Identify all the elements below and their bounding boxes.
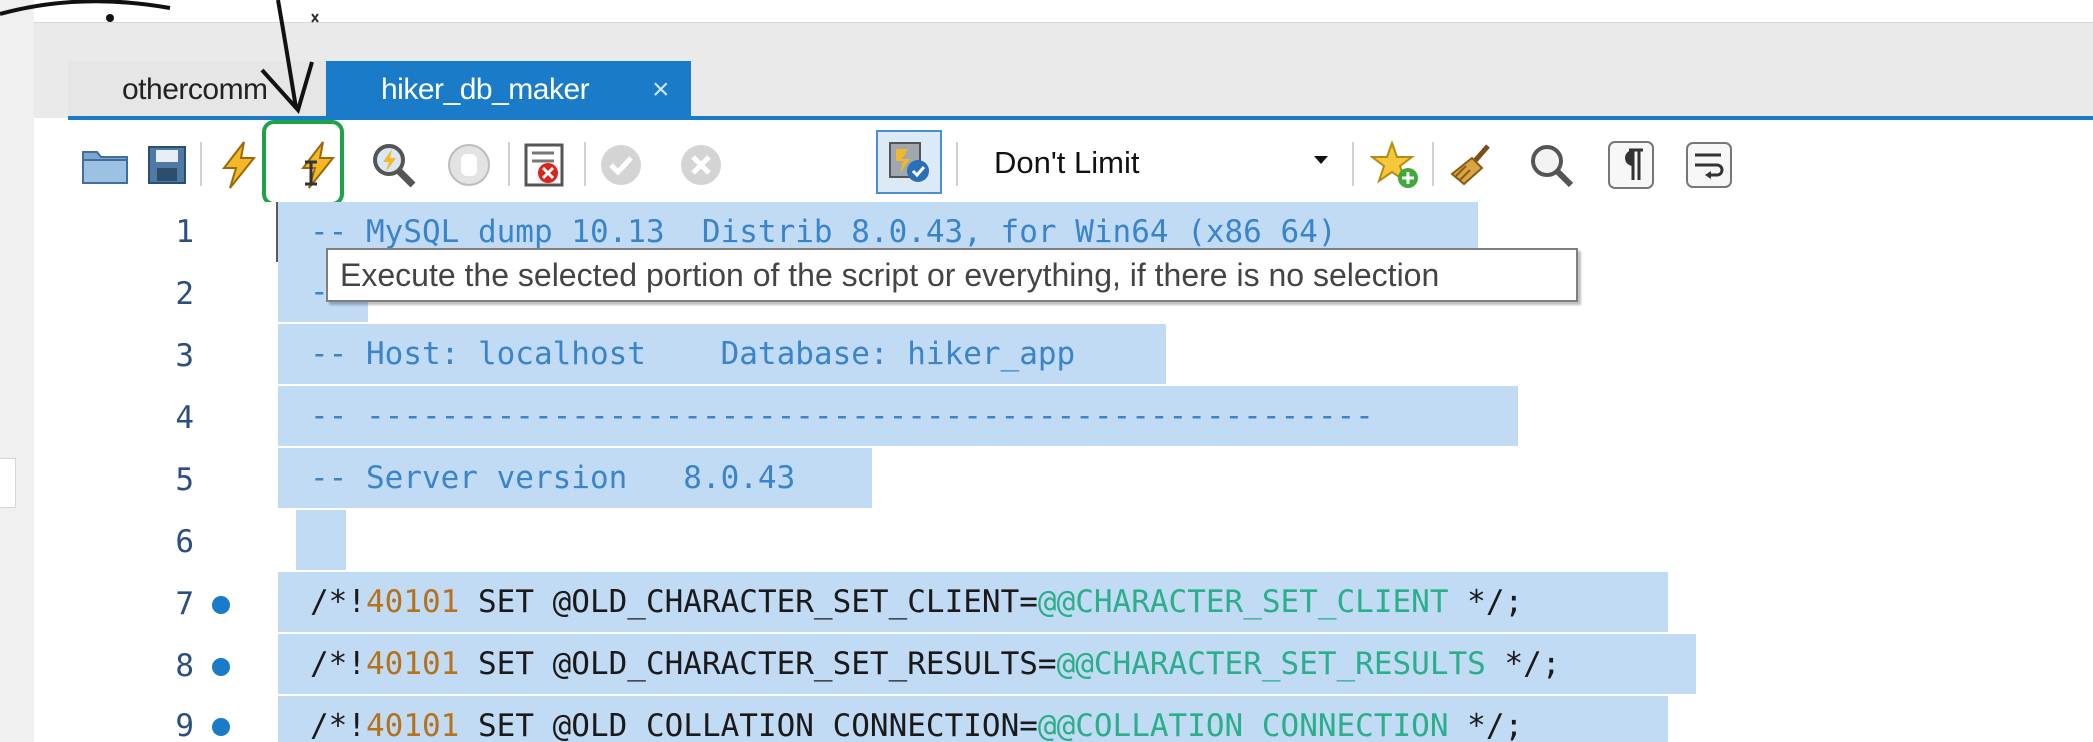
code-token: SET @OLD_CHARACTER_SET_RESULTS=	[459, 646, 1057, 682]
explain-button[interactable]	[366, 138, 420, 192]
tab-hiker-db-maker[interactable]: hiker_db_maker ×	[326, 61, 691, 119]
sql-editor-toolbar: Don't Limit	[68, 120, 2093, 202]
code-token: 40101	[366, 646, 460, 682]
statement-marker-icon	[212, 596, 230, 614]
hand-stop-icon	[448, 144, 490, 186]
toolbar-separator	[1432, 142, 1434, 186]
tab-othercomm[interactable]: othercomm	[68, 61, 358, 119]
tooltip-text: Execute the selected portion of the scri…	[340, 257, 1440, 293]
code-token: 40101	[366, 584, 460, 620]
open-file-button[interactable]	[78, 138, 132, 192]
code-line[interactable]: /*!40101 SET @OLD_COLLATION_CONNECTION=@…	[278, 696, 1668, 742]
line-number: 1	[175, 214, 194, 250]
wrap-icon	[1686, 142, 1732, 188]
stop-button[interactable]	[442, 138, 496, 192]
toggle-error-stop-button[interactable]	[518, 138, 572, 192]
pilcrow-icon	[1608, 141, 1654, 189]
cancel-icon	[681, 145, 721, 185]
code-line[interactable]: -- -------------------------------------…	[278, 386, 1518, 446]
invisible-chars-button[interactable]	[1604, 138, 1658, 192]
code-token: @@CHARACTER_SET_CLIENT	[1037, 584, 1449, 620]
tab-label: hiker_db_maker	[381, 73, 590, 106]
find-button[interactable]	[1524, 138, 1578, 192]
word-wrap-button[interactable]	[1682, 138, 1736, 192]
toolbar-separator	[1352, 142, 1354, 186]
code-token: /*!	[310, 708, 366, 742]
tab-label: othercomm	[122, 73, 268, 106]
code-text: -- Host: localhost Database: hiker_app	[310, 336, 1076, 372]
code-text: -- MySQL dump 10.13 Distrib 8.0.43, for …	[310, 214, 1337, 250]
code-line[interactable]: -- Server version 8.0.43	[278, 448, 872, 508]
execute-button[interactable]	[211, 138, 265, 192]
statement-marker-icon	[212, 718, 230, 736]
limit-rows-select[interactable]: Don't Limit	[976, 136, 1340, 190]
autocommit-toggle-button[interactable]	[876, 130, 942, 194]
line-number: 5	[175, 462, 194, 498]
code-token: SET @OLD_COLLATION_CONNECTION=	[459, 708, 1038, 742]
code-token: @@CHARACTER_SET_RESULTS	[1056, 646, 1486, 682]
star-plus-icon	[1370, 140, 1418, 188]
close-tab-icon[interactable]: ×	[652, 61, 670, 119]
commit-button[interactable]	[594, 138, 648, 192]
save-file-button[interactable]	[140, 138, 194, 192]
line-number: 3	[175, 338, 194, 374]
code-text: -- Server version 8.0.43	[310, 460, 796, 496]
folder-icon	[82, 151, 128, 184]
panel-splitter-handle[interactable]	[0, 458, 16, 508]
limit-rows-value: Don't Limit	[994, 145, 1140, 180]
left-panel-edge	[0, 0, 34, 742]
code-token: */;	[1448, 584, 1524, 620]
lightning-icon	[221, 141, 257, 189]
error-stop-icon	[524, 143, 564, 187]
statement-marker-icon	[212, 658, 230, 676]
chevron-down-icon	[1314, 156, 1328, 164]
code-token: 40101	[366, 708, 460, 742]
toolbar-separator	[200, 142, 202, 186]
code-token: */;	[1448, 708, 1524, 742]
save-icon	[148, 146, 186, 184]
code-line[interactable]: /*!40101 SET @OLD_CHARACTER_SET_CLIENT=@…	[278, 572, 1668, 632]
magnifier-icon	[1531, 145, 1574, 188]
line-number: 8	[175, 648, 194, 684]
autocommit-icon	[889, 142, 929, 182]
code-token: /*!	[310, 646, 366, 682]
toolbar-separator	[584, 142, 586, 186]
rollback-button[interactable]	[674, 138, 728, 192]
toolbar-separator	[956, 142, 958, 186]
execute-tooltip: Execute the selected portion of the scri…	[326, 248, 1578, 302]
beautify-button[interactable]	[1446, 138, 1500, 192]
line-number: 7	[175, 586, 194, 622]
code-token: */;	[1485, 646, 1561, 682]
line-number: 6	[175, 524, 194, 560]
broom-icon	[1450, 144, 1490, 186]
line-number: 9	[175, 708, 194, 742]
code-token: /*!	[310, 584, 366, 620]
code-text: -- -------------------------------------…	[310, 398, 1374, 434]
code-token: SET @OLD_CHARACTER_SET_CLIENT=	[459, 584, 1038, 620]
toolbar-separator	[508, 142, 510, 186]
code-token: @@COLLATION_CONNECTION	[1037, 708, 1449, 742]
code-line[interactable]	[296, 510, 346, 570]
check-icon	[601, 145, 641, 185]
code-line[interactable]: /*!40101 SET @OLD_CHARACTER_SET_RESULTS=…	[278, 634, 1696, 694]
editor-tab-bar: othercomm hiker_db_maker ×	[34, 22, 2093, 119]
line-number: 4	[175, 400, 194, 436]
line-number: 2	[175, 276, 194, 312]
magnifier-lightning-icon	[373, 144, 416, 188]
code-line[interactable]: -- Host: localhost Database: hiker_app	[278, 324, 1166, 384]
annotation-highlight-box	[262, 120, 344, 206]
add-snippet-button[interactable]	[1368, 138, 1422, 192]
